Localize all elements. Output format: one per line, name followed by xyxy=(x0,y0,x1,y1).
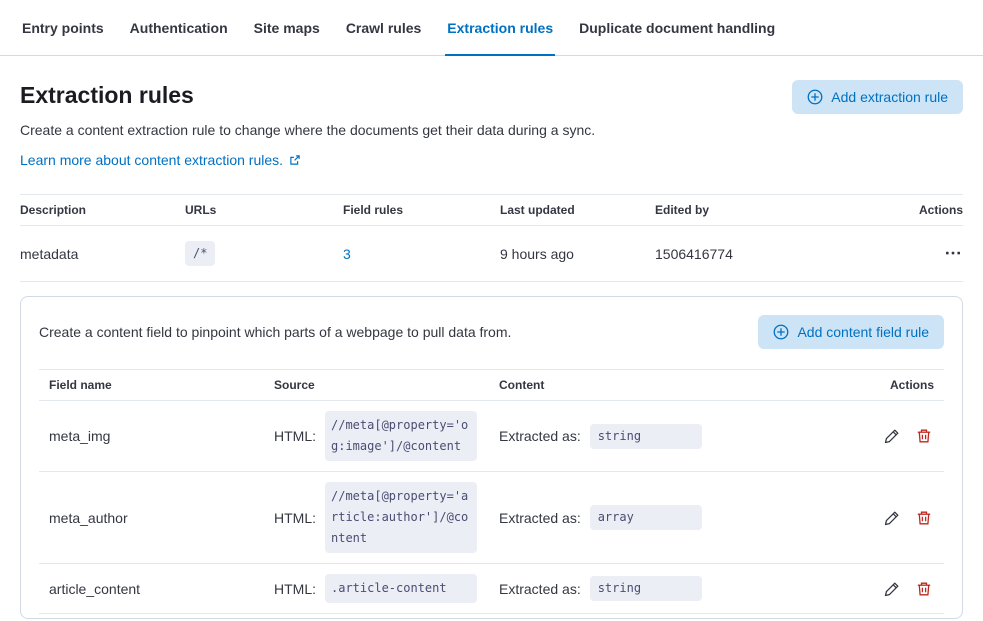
col-urls: URLs xyxy=(185,203,343,217)
rule-description: metadata xyxy=(20,246,185,262)
add-extraction-rule-label: Add extraction rule xyxy=(831,89,948,105)
add-extraction-rule-button[interactable]: Add extraction rule xyxy=(792,80,963,114)
pencil-icon xyxy=(884,428,900,444)
source-selector-code: //meta[@property='og:image']/@content xyxy=(325,411,477,461)
edit-rule-button[interactable] xyxy=(882,426,902,446)
source-type-label: HTML: xyxy=(274,581,316,597)
plus-in-circle-icon xyxy=(807,89,823,105)
rule-edited-by: 1506416774 xyxy=(655,246,893,262)
delete-rule-button[interactable] xyxy=(914,426,934,446)
field-rules-count-link[interactable]: 3 xyxy=(343,246,351,262)
table-row: meta_author HTML: //meta[@property='arti… xyxy=(39,472,944,564)
rule-last-updated: 9 hours ago xyxy=(500,246,655,262)
trash-icon xyxy=(916,581,932,597)
add-content-field-rule-button[interactable]: Add content field rule xyxy=(758,315,944,349)
extraction-rules-table: Description URLs Field rules Last update… xyxy=(20,194,963,282)
rule-actions-button[interactable] xyxy=(943,243,963,263)
extracted-as-label: Extracted as: xyxy=(499,428,581,444)
field-name: article_content xyxy=(39,581,264,597)
rule-urls-badge: /* xyxy=(185,241,215,266)
rules-table-header: Description URLs Field rules Last update… xyxy=(20,194,963,226)
add-content-field-rule-label: Add content field rule xyxy=(797,324,929,340)
page-title: Extraction rules xyxy=(20,80,194,110)
plus-in-circle-icon xyxy=(773,324,789,340)
content-field-rules-table: Field name Source Content Actions meta_i… xyxy=(39,369,944,614)
trash-icon xyxy=(916,510,932,526)
tab-bar: Entry points Authentication Site maps Cr… xyxy=(0,0,983,56)
col-content: Content xyxy=(489,378,864,392)
col-actions: Actions xyxy=(864,378,944,392)
tab-entry-points[interactable]: Entry points xyxy=(20,0,106,56)
panel-header: Create a content field to pinpoint which… xyxy=(39,315,944,349)
delete-rule-button[interactable] xyxy=(914,508,934,528)
tab-duplicate-document-handling[interactable]: Duplicate document handling xyxy=(577,0,777,56)
extracted-as-label: Extracted as: xyxy=(499,581,581,597)
extracted-type-code: string xyxy=(590,576,702,601)
extracted-type-code: string xyxy=(590,424,702,449)
panel-description: Create a content field to pinpoint which… xyxy=(39,324,511,340)
field-name: meta_img xyxy=(39,428,264,444)
col-field-rules: Field rules xyxy=(343,203,500,217)
source-type-label: HTML: xyxy=(274,510,316,526)
col-last-updated: Last updated xyxy=(500,203,655,217)
col-edited-by: Edited by xyxy=(655,203,893,217)
source-selector-code: //meta[@property='article:author']/@cont… xyxy=(325,482,477,553)
trash-icon xyxy=(916,428,932,444)
content-field-rules-panel: Create a content field to pinpoint which… xyxy=(20,296,963,619)
tab-extraction-rules[interactable]: Extraction rules xyxy=(445,0,555,56)
field-table-header: Field name Source Content Actions xyxy=(39,369,944,401)
field-name: meta_author xyxy=(39,510,264,526)
tab-crawl-rules[interactable]: Crawl rules xyxy=(344,0,423,56)
page-description: Create a content extraction rule to chan… xyxy=(0,114,983,140)
learn-more-label: Learn more about content extraction rule… xyxy=(20,152,283,168)
edit-rule-button[interactable] xyxy=(882,508,902,528)
source-selector-code: .article-content xyxy=(325,574,477,603)
col-description: Description xyxy=(20,203,185,217)
learn-more-link[interactable]: Learn more about content extraction rule… xyxy=(20,152,301,168)
page-header: Extraction rules Add extraction rule xyxy=(0,56,983,114)
edit-rule-button[interactable] xyxy=(882,579,902,599)
pencil-icon xyxy=(884,581,900,597)
col-source: Source xyxy=(264,378,489,392)
extracted-as-label: Extracted as: xyxy=(499,510,581,526)
external-link-icon xyxy=(289,154,301,166)
tab-authentication[interactable]: Authentication xyxy=(128,0,230,56)
delete-rule-button[interactable] xyxy=(914,579,934,599)
table-row: article_content HTML: .article-content E… xyxy=(39,564,944,614)
pencil-icon xyxy=(884,510,900,526)
source-type-label: HTML: xyxy=(274,428,316,444)
table-row: meta_img HTML: //meta[@property='og:imag… xyxy=(39,401,944,472)
col-field-name: Field name xyxy=(39,378,264,392)
col-actions: Actions xyxy=(893,203,963,217)
tab-site-maps[interactable]: Site maps xyxy=(252,0,322,56)
ellipsis-icon xyxy=(945,245,961,261)
extracted-type-code: array xyxy=(590,505,702,530)
table-row: metadata /* 3 9 hours ago 1506416774 xyxy=(20,226,963,282)
